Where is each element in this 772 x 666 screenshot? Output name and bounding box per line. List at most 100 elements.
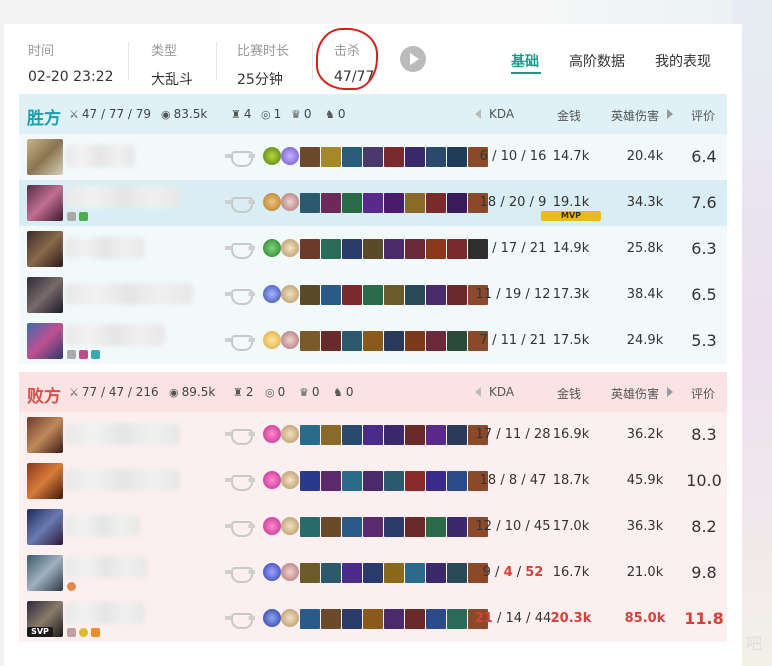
player-damage: 25.8k — [626, 241, 664, 256]
inhibitor-icon: ◎ — [265, 385, 275, 399]
item-icon — [321, 285, 341, 305]
player-badges — [67, 212, 88, 221]
deaths: 10 — [500, 149, 518, 164]
player-row[interactable]: MVP 18 / 20 / 9 19.1k 34.3k 7.6 — [19, 180, 727, 226]
player-gold: 17.5k — [552, 333, 590, 348]
player-rating: 6.5 — [691, 285, 717, 304]
kills: 5 — [479, 241, 488, 256]
team-towers: ♜ 4 — [231, 107, 252, 121]
item-icon — [300, 563, 320, 583]
item-icon — [384, 285, 404, 305]
item-icon — [300, 147, 320, 167]
item-icon — [384, 563, 404, 583]
player-badges — [67, 582, 76, 591]
tower-icon: ♜ — [233, 385, 243, 399]
type-field: 类型 大乱斗 — [151, 40, 193, 89]
summoner-spell-icon — [263, 331, 281, 349]
player-row[interactable]: 17 / 11 / 28 16.9k 36.2k 8.3 — [19, 412, 727, 458]
player-row[interactable]: 11 / 19 / 12 17.3k 38.4k 6.5 — [19, 272, 727, 318]
duration-label: 比赛时长 — [237, 44, 290, 59]
item-slots — [300, 563, 488, 583]
summoner-spell-icon — [263, 563, 281, 581]
kills: 11 — [475, 287, 493, 302]
team-barons-value: 0 — [311, 385, 320, 399]
coin-icon: ◉ — [161, 107, 171, 121]
player-row[interactable]: 9 / 4 / 52 16.7k 21.0k 9.8 — [19, 550, 727, 596]
deaths: 11 — [504, 427, 522, 442]
player-gold: 19.1k — [552, 195, 590, 210]
summoner-spell-icon — [263, 609, 281, 627]
team-towers: ♜ 2 — [233, 385, 254, 399]
team-inhibitors-value: 0 — [277, 385, 286, 399]
player-row[interactable]: 6 / 10 / 16 14.7k 20.4k 6.4 — [19, 134, 727, 180]
item-icon — [405, 563, 425, 583]
scroll-right-icon[interactable] — [667, 109, 673, 119]
kills-annotation-circle — [316, 28, 378, 90]
divider — [216, 42, 217, 80]
item-slots — [300, 285, 488, 305]
blurred-player-name — [65, 324, 165, 346]
kills: 12 — [475, 519, 493, 534]
item-icon — [342, 147, 362, 167]
blurred-player-name — [65, 469, 180, 491]
scroll-right-icon[interactable] — [667, 387, 673, 397]
divider — [128, 42, 129, 80]
rank-emblem-icon — [225, 333, 255, 351]
player-row[interactable]: 18 / 8 / 47 18.7k 45.9k 10.0 — [19, 458, 727, 504]
play-replay-button[interactable] — [400, 46, 426, 72]
summoner-spell-icon — [263, 147, 281, 165]
player-row[interactable]: 7 / 11 / 21 17.5k 24.9k 5.3 — [19, 318, 727, 364]
deaths: 4 — [503, 565, 513, 580]
player-gold: 16.7k — [552, 565, 590, 580]
item-icon — [384, 517, 404, 537]
item-icon — [321, 239, 341, 259]
badge-icon — [67, 628, 76, 637]
deaths: 11 — [500, 333, 518, 348]
deaths: 14 — [505, 611, 523, 626]
item-icon — [405, 239, 425, 259]
badge-icon — [79, 350, 88, 359]
scroll-left-icon[interactable] — [475, 387, 481, 397]
summoner-spell-icon — [263, 193, 281, 211]
player-gold: 14.9k — [552, 241, 590, 256]
rank-emblem-icon — [225, 519, 255, 537]
time-value: 02-20 23:22 — [28, 69, 114, 85]
tab-my-performance[interactable]: 我的表现 — [655, 51, 711, 71]
blurred-player-name — [65, 602, 145, 624]
blurred-player-name — [65, 423, 180, 445]
item-icon — [363, 193, 383, 213]
baron-icon: ♛ — [299, 385, 309, 399]
player-damage: 36.3k — [626, 519, 664, 534]
swords-icon: ⚔ — [69, 107, 79, 121]
scroll-left-icon[interactable] — [475, 109, 481, 119]
item-icon — [426, 517, 446, 537]
player-row[interactable]: 5 / 17 / 21 14.9k 25.8k 6.3 — [19, 226, 727, 272]
losing-team: 败方 ⚔ 77 / 47 / 216 ◉ 89.5k ♜ 2 ◎ 0 ♛ 0 ♞ 0 KDA… — [19, 372, 727, 642]
item-icon — [405, 193, 425, 213]
team-header: 败方 ⚔ 77 / 47 / 216 ◉ 89.5k ♜ 2 ◎ 0 ♛ 0 ♞ 0 KDA… — [19, 372, 727, 412]
item-icon — [384, 239, 404, 259]
champion-avatar — [27, 463, 63, 499]
player-row[interactable]: 12 / 10 / 45 17.0k 36.3k 8.2 — [19, 504, 727, 550]
tab-advanced-data[interactable]: 高阶数据 — [569, 51, 625, 71]
tab-basic[interactable]: 基础 — [511, 51, 539, 71]
team-kda-value: 47 / 77 / 79 — [81, 107, 152, 121]
team-barons: ♛ 0 — [299, 385, 320, 399]
dragon-icon: ♞ — [325, 107, 335, 121]
team-kda: ⚔ 47 / 77 / 79 — [69, 107, 151, 121]
player-rating: 10.0 — [686, 471, 722, 490]
kills: 7 — [479, 333, 488, 348]
deaths: 17 — [500, 241, 518, 256]
player-damage: 24.9k — [626, 333, 664, 348]
col-gold: 金钱 — [557, 109, 582, 123]
deaths: 8 — [508, 473, 518, 488]
item-icon — [405, 517, 425, 537]
item-icon — [363, 563, 383, 583]
divider — [312, 42, 313, 80]
player-row[interactable]: SVP 21 / 14 / 44 20.3k 85.0k 11.8 — [19, 596, 727, 642]
player-damage: 34.3k — [626, 195, 664, 210]
tower-icon: ♜ — [231, 107, 241, 121]
item-icon — [363, 471, 383, 491]
rune-icon — [281, 147, 299, 165]
player-rating: 9.8 — [691, 563, 717, 582]
